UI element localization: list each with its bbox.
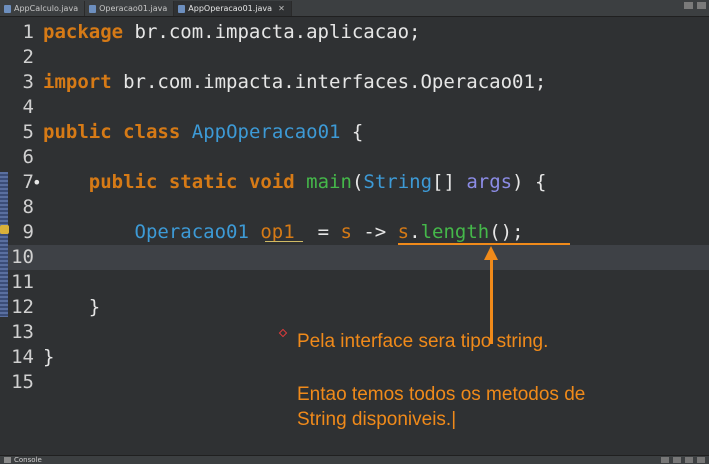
- close-icon[interactable]: ✕: [278, 4, 285, 13]
- console-toolbar: [661, 457, 705, 463]
- java-file-icon: [178, 4, 186, 13]
- code-token: ->: [351, 221, 398, 243]
- annotation-line-1: Pela interface sera tipo string.: [297, 331, 549, 352]
- code-line[interactable]: 9 Operacao01 op1 = s -> s.length();: [0, 220, 709, 245]
- tab-appcalculo[interactable]: AppCalculo.java: [0, 1, 86, 16]
- code-token: br.com.impacta.aplicacao;: [123, 21, 421, 43]
- line-number: 13: [11, 321, 34, 343]
- code-text: import br.com.impacta.interfaces.Operaca…: [43, 70, 546, 95]
- code-token: {: [340, 121, 364, 143]
- minimize-icon[interactable]: [684, 2, 693, 9]
- code-token: br.com.impacta.interfaces.Operacao01;: [111, 71, 547, 93]
- line-number: 9: [22, 221, 34, 243]
- line-number: 3: [22, 71, 34, 93]
- code-token: import: [43, 71, 112, 93]
- code-token: package: [43, 21, 124, 43]
- line-number: 14: [11, 346, 34, 368]
- code-token: (: [351, 171, 364, 193]
- tab-label: AppOperacao01.java: [188, 4, 273, 13]
- line-number: 11: [11, 271, 34, 293]
- highlight-underline: [398, 243, 570, 245]
- code-token: static: [168, 171, 238, 193]
- code-token: ) {: [512, 171, 547, 193]
- tab-operacao01[interactable]: Operacao01.java: [85, 1, 175, 16]
- line-number: 7: [22, 171, 34, 193]
- code-token: void: [248, 171, 295, 193]
- code-line[interactable]: 10: [0, 245, 709, 270]
- line-number: 5: [22, 121, 34, 143]
- code-text: }: [43, 345, 54, 370]
- code-line[interactable]: 4: [0, 95, 709, 120]
- toolbar-icon[interactable]: [661, 457, 669, 463]
- code-text: public class AppOperacao01 {: [43, 120, 363, 145]
- tab-label: Operacao01.java: [99, 4, 168, 13]
- editor-tab-bar: AppCalculo.java Operacao01.java AppOpera…: [0, 0, 709, 17]
- code-token: }: [43, 346, 55, 368]
- code-token: ();: [489, 221, 524, 243]
- code-line[interactable]: 6: [0, 145, 709, 170]
- code-line[interactable]: 5 public class AppOperacao01 {: [0, 120, 709, 145]
- code-token: Operacao01: [134, 221, 249, 243]
- code-token: public: [43, 121, 112, 143]
- line-number: 12: [11, 296, 34, 318]
- toolbar-icon[interactable]: [673, 457, 681, 463]
- java-file-icon: [4, 4, 11, 13]
- code-token: String: [363, 171, 433, 193]
- line-number: 8: [22, 196, 34, 218]
- change-marker: [0, 172, 8, 317]
- code-text: }: [43, 295, 100, 320]
- annotation-line-3: String disponiveis.|: [297, 409, 457, 430]
- annotation-line-2: Entao temos todos os metodos de: [297, 384, 586, 405]
- code-line[interactable]: 12 }: [0, 295, 709, 320]
- console-icon: [4, 457, 11, 463]
- code-token: s: [340, 221, 352, 243]
- code-line[interactable]: 11: [0, 270, 709, 295]
- fold-marker-icon[interactable]: •: [32, 170, 42, 195]
- code-token: s: [397, 221, 410, 243]
- code-token: op1: [260, 221, 295, 243]
- line-number: 2: [22, 46, 34, 68]
- code-token: main: [306, 171, 352, 193]
- toolbar-icon[interactable]: [697, 457, 705, 463]
- code-token: args: [466, 171, 513, 193]
- tab-label: AppCalculo.java: [14, 4, 79, 13]
- code-token: }: [43, 296, 101, 318]
- line-number: 15: [11, 371, 34, 393]
- code-line[interactable]: 3 import br.com.impacta.interfaces.Operac…: [0, 70, 709, 95]
- tab-appoperacao01[interactable]: AppOperacao01.java ✕: [174, 1, 292, 16]
- code-text: public static void main(String[] args) {: [43, 170, 547, 195]
- code-line[interactable]: 1 package br.com.impacta.aplicacao;: [0, 20, 709, 45]
- code-token: length: [420, 221, 490, 243]
- code-token: []: [432, 171, 467, 193]
- code-line[interactable]: 7 • public static void main(String[] args…: [0, 170, 709, 195]
- toolbar-icon[interactable]: [685, 457, 693, 463]
- window-controls: [684, 2, 706, 9]
- code-token: .: [409, 221, 421, 243]
- code-token: public: [88, 171, 158, 193]
- line-number: 1: [22, 21, 34, 43]
- code-token: AppOperacao01: [191, 121, 341, 143]
- code-token: =: [294, 221, 341, 243]
- code-line[interactable]: 8: [0, 195, 709, 220]
- warning-icon[interactable]: [0, 225, 9, 234]
- warning-underline: [265, 241, 303, 242]
- line-number: 10: [11, 246, 34, 268]
- line-number: 6: [22, 146, 34, 168]
- java-file-icon: [89, 4, 97, 13]
- code-token: class: [123, 121, 181, 143]
- code-text: package br.com.impacta.aplicacao;: [43, 20, 421, 45]
- line-number: 4: [22, 96, 34, 118]
- maximize-icon[interactable]: [697, 2, 706, 9]
- code-line[interactable]: 2: [0, 45, 709, 70]
